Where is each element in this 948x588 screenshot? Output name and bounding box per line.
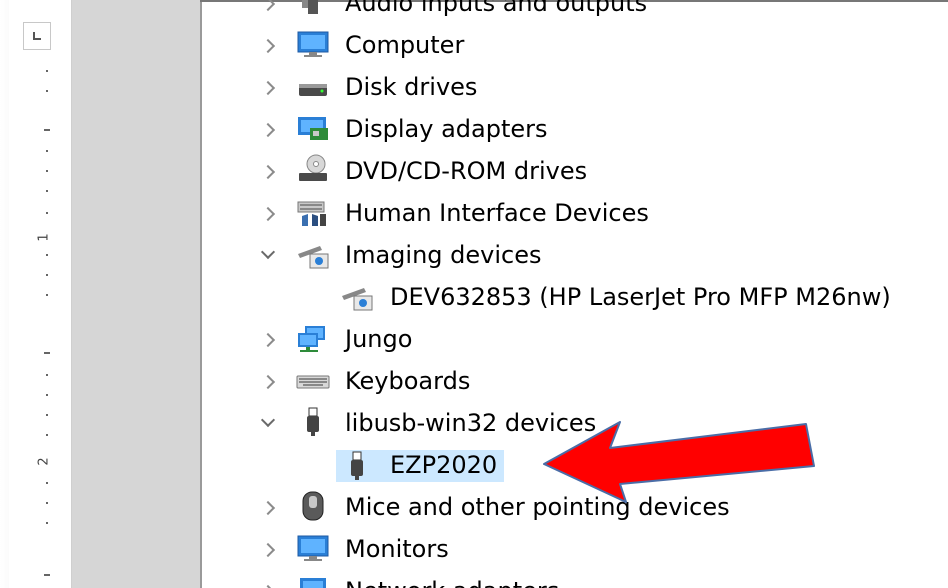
network-monitors-icon <box>296 324 330 354</box>
tree-item-monitors[interactable]: Monitors <box>210 530 910 570</box>
speaker-icon <box>296 0 330 18</box>
tree-item-label: Human Interface Devices <box>345 199 649 227</box>
chevron-right-icon[interactable] <box>260 120 280 140</box>
chevron-down-icon[interactable] <box>258 246 278 266</box>
tree-item-jungo[interactable]: Jungo <box>210 320 910 360</box>
keyboard-icon <box>296 366 330 396</box>
tab-stop-selector-icon[interactable] <box>23 22 51 50</box>
tree-item-keyboards[interactable]: Keyboards <box>210 362 910 402</box>
chevron-right-icon[interactable] <box>260 36 280 56</box>
chevron-right-icon[interactable] <box>260 330 280 350</box>
tree-item-audio-inputs[interactable]: Audio inputs and outputs <box>210 0 910 24</box>
chevron-right-icon[interactable] <box>260 0 280 14</box>
tree-item-label: Imaging devices <box>345 241 542 269</box>
ruler-scale: 1 2 <box>37 62 67 588</box>
monitor-icon <box>296 30 330 60</box>
tree-item-dvd-drives[interactable]: DVD/CD-ROM drives <box>210 152 910 192</box>
ruler-number-2: 2 <box>36 457 52 466</box>
tree-item-label: Keyboards <box>345 367 471 395</box>
tree-item-dev632853[interactable]: DEV632853 (HP LaserJet Pro MFP M26nw) <box>210 278 930 318</box>
tree-item-imaging-devices[interactable]: Imaging devices <box>210 236 910 276</box>
tree-item-label: DEV632853 (HP LaserJet Pro MFP M26nw) <box>390 283 891 311</box>
network-adapter-icon <box>296 576 330 588</box>
tree-item-label: Audio inputs and outputs <box>345 0 648 17</box>
tree-item-label: DVD/CD-ROM drives <box>345 157 588 185</box>
red-arrow-annotation <box>543 421 815 503</box>
tree-item-label: Display adapters <box>345 115 548 143</box>
tree-item-computer[interactable]: Computer <box>210 26 910 66</box>
tree-item-disk-drives[interactable]: Disk drives <box>210 68 910 108</box>
chevron-right-icon[interactable] <box>260 498 280 518</box>
camera-icon <box>340 282 374 312</box>
vertical-ruler[interactable]: 1 2 <box>9 0 72 588</box>
tree-item-network-adapters[interactable]: Network adapters <box>210 572 910 588</box>
chevron-right-icon[interactable] <box>260 540 280 560</box>
tree-item-label: Computer <box>345 31 465 59</box>
tree-item-label: Network adapters <box>345 576 559 588</box>
mouse-icon <box>296 490 330 521</box>
tree-item-label: Jungo <box>345 325 413 353</box>
usb-plug-icon <box>296 406 330 436</box>
monitor-icon <box>296 534 330 564</box>
hid-icon <box>296 198 330 228</box>
display-adapter-icon <box>296 114 330 144</box>
chevron-right-icon[interactable] <box>260 582 280 588</box>
tree-item-label: Monitors <box>345 535 449 563</box>
tree-item-label: EZP2020 <box>390 451 498 479</box>
chevron-right-icon[interactable] <box>260 78 280 98</box>
chevron-right-icon[interactable] <box>260 372 280 392</box>
camera-icon <box>296 240 330 270</box>
disk-drive-icon <box>296 72 330 102</box>
ruler-background: 1 2 <box>0 0 200 588</box>
chevron-down-icon[interactable] <box>258 414 278 434</box>
tree-item-label: Disk drives <box>345 73 478 101</box>
chevron-right-icon[interactable] <box>260 162 280 182</box>
tree-item-human-interface-devices[interactable]: Human Interface Devices <box>210 194 910 234</box>
ruler-number-1: 1 <box>36 233 52 242</box>
usb-plug-icon <box>340 450 374 480</box>
tree-item-display-adapters[interactable]: Display adapters <box>210 110 910 150</box>
chevron-right-icon[interactable] <box>260 204 280 224</box>
document-page-edge <box>200 0 210 588</box>
dvd-drive-icon <box>296 154 330 184</box>
